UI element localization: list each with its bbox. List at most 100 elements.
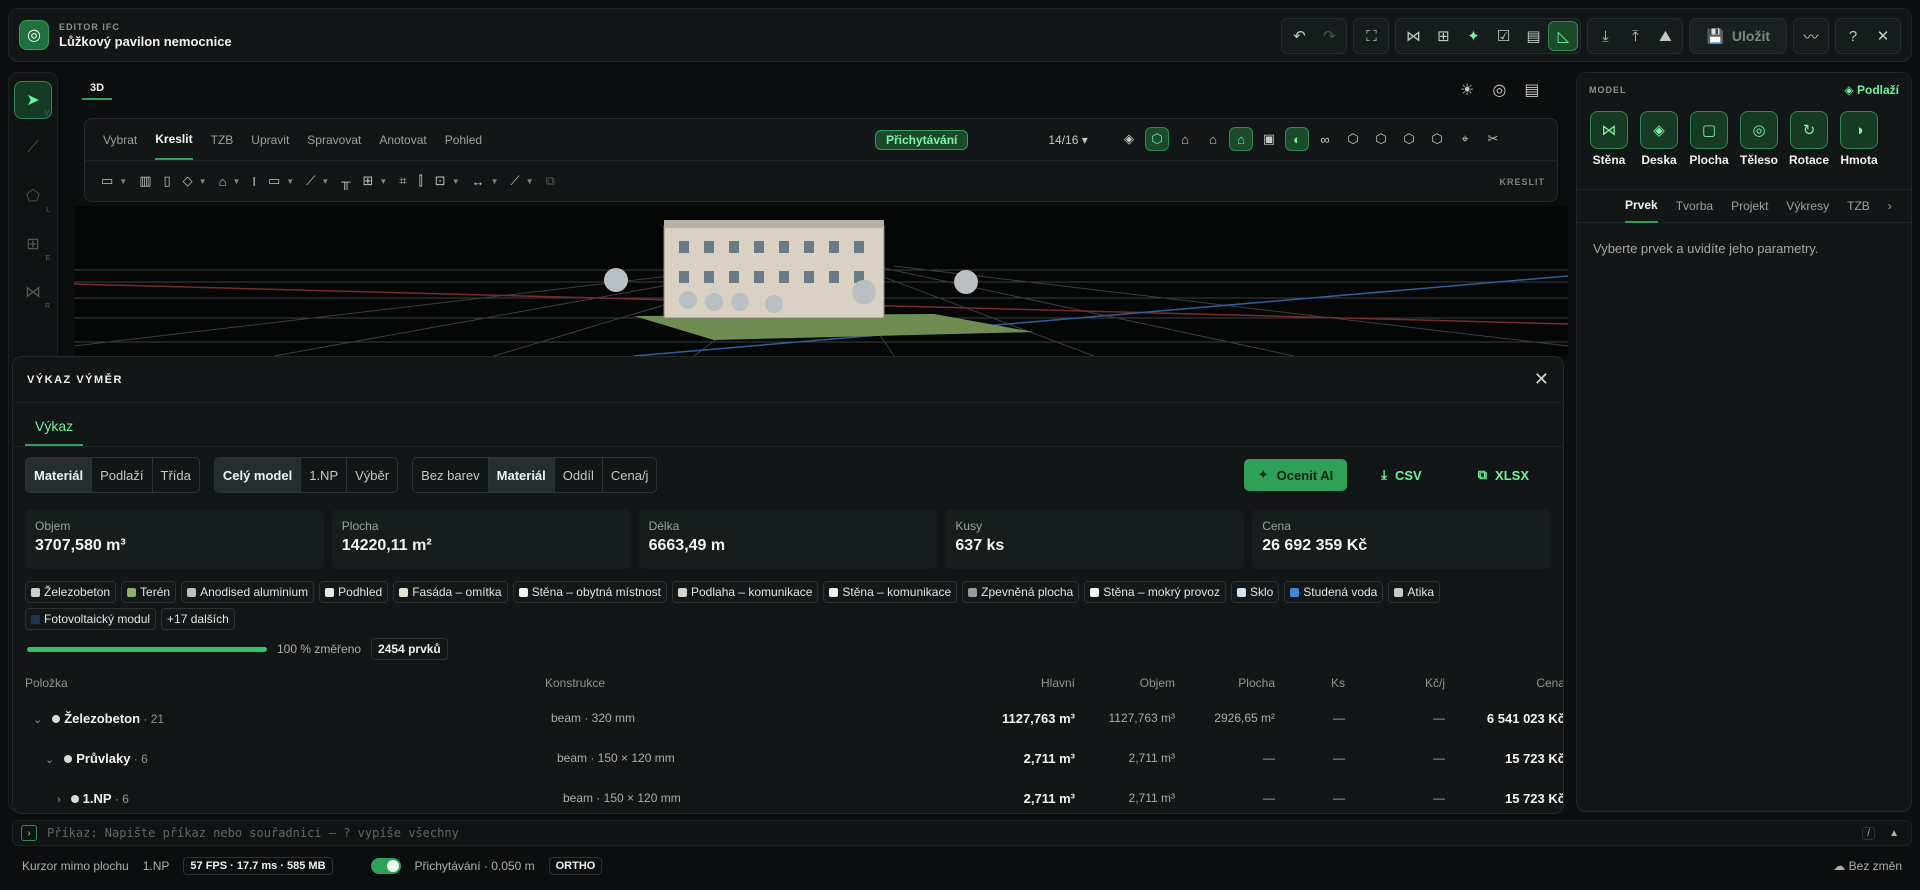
upload-icon[interactable]: ⤒	[1620, 21, 1650, 51]
house-active-icon[interactable]: ⌂	[1229, 127, 1253, 151]
ortho-badge[interactable]: ORTHO	[548, 857, 603, 875]
chevron-down-icon[interactable]: ▼	[526, 177, 534, 186]
contrast-icon[interactable]: ◐	[1285, 127, 1309, 151]
beam-icon[interactable]: ▭	[268, 173, 280, 189]
polyline-icon[interactable]: ⟋	[14, 129, 52, 167]
snap-toggle[interactable]	[370, 858, 401, 874]
stair-icon[interactable]: ⟋	[306, 173, 315, 189]
tool-2[interactable]: ▢ Plocha	[1687, 111, 1731, 167]
material-chip[interactable]: Fasáda – omítka	[393, 581, 508, 603]
sun-icon[interactable]: ☀	[1460, 80, 1474, 100]
chevron-down-icon[interactable]: ▼	[491, 177, 499, 186]
segment-option[interactable]: Cena/j	[603, 458, 657, 492]
wall-tool-icon[interactable]: ▭	[101, 173, 113, 189]
connect-icon[interactable]: ⋈ R	[14, 273, 52, 311]
snap-pill[interactable]: Přichytávání	[875, 130, 969, 150]
close-icon[interactable]: ✕	[1534, 369, 1549, 390]
sparkle-icon[interactable]: ✦	[1458, 21, 1488, 51]
segment-option[interactable]: Podlaží	[92, 458, 153, 492]
tab-pohled[interactable]: Pohled	[445, 121, 482, 159]
material-chip[interactable]: Stěna – obytná místnost	[512, 581, 667, 603]
undo-icon[interactable]: ↶	[1284, 21, 1314, 51]
levels-button[interactable]: ◈ Podlaží	[1844, 83, 1899, 97]
table-row[interactable]: ⌄ Průvlaky · 6 beam · 150 × 120 mm 2,711 m³…	[25, 738, 1563, 778]
tab-prvek[interactable]: Prvek	[1625, 189, 1658, 223]
chevron-down-icon[interactable]: ▼	[232, 177, 240, 186]
3d-scene[interactable]	[74, 206, 1568, 356]
slab-icon[interactable]: ◇	[183, 173, 193, 189]
material-chip[interactable]: Atika	[1388, 581, 1441, 603]
chevron-right-icon[interactable]: ›	[1888, 190, 1892, 222]
save-button[interactable]: 💾 Uložit	[1689, 18, 1787, 54]
select-arrow-icon[interactable]: ➤ V	[14, 81, 52, 119]
redo-icon[interactable]: ↷	[1314, 21, 1344, 51]
xlsx-button[interactable]: ⧉ XLSX	[1456, 459, 1551, 491]
table-row[interactable]: ⌄ Železobeton · 21 beam · 320 mm 1127,763 m…	[25, 698, 1563, 738]
chevron-down-icon[interactable]: ▼	[286, 177, 294, 186]
tab-vykaz[interactable]: Výkaz	[25, 418, 84, 446]
cube-icon[interactable]: ⬡	[1145, 127, 1169, 151]
stamp-icon[interactable]: ⌂	[1173, 127, 1197, 151]
curtain-wall-icon[interactable]: ▥	[139, 173, 151, 189]
panel-toggle-icon[interactable]: ▤	[1524, 80, 1539, 100]
dimension-icon[interactable]: ↔	[472, 174, 485, 189]
material-chip[interactable]: Studená voda	[1284, 581, 1384, 603]
box-b-icon[interactable]: ⬡	[1369, 127, 1393, 151]
segment-option[interactable]: Materiál	[488, 458, 555, 492]
material-chip[interactable]: Fotovoltaický modul	[25, 608, 157, 630]
segment-option[interactable]: Oddíl	[555, 458, 603, 492]
tab-anotovat[interactable]: Anotovat	[379, 121, 426, 159]
column-icon[interactable]: Ι	[252, 174, 256, 189]
terrain-icon[interactable]: ⛰	[1650, 21, 1680, 51]
ruler-icon[interactable]: ⟋	[511, 173, 520, 189]
chevron-down-icon[interactable]: ▼	[452, 177, 460, 186]
tab-projekt[interactable]: Projekt	[1731, 190, 1768, 222]
box-a-icon[interactable]: ⬡	[1341, 127, 1365, 151]
csv-button[interactable]: ⤓ CSV	[1359, 459, 1443, 491]
segment-option[interactable]: Třída	[153, 458, 199, 492]
video-icon[interactable]: ▣	[1257, 127, 1281, 151]
material-chip[interactable]: Zpevněná plocha	[962, 581, 1080, 603]
railing-icon[interactable]: ╥	[341, 174, 350, 189]
segment-option[interactable]: Výběr	[347, 458, 397, 492]
tool-1[interactable]: ◈ Deska	[1637, 111, 1681, 167]
snap-control[interactable]: Přichytávání 14/16 ▾	[875, 129, 1111, 151]
opening-icon[interactable]: ⊡	[435, 173, 446, 189]
tab-3d[interactable]: 3D	[82, 78, 113, 100]
tool-0[interactable]: ⋈ Stěna	[1587, 111, 1631, 167]
material-chip[interactable]: Terén	[121, 581, 177, 603]
close-icon[interactable]: ✕	[1868, 21, 1898, 51]
share-icon[interactable]: ⋈	[1398, 21, 1428, 51]
tab-tzb[interactable]: TZB	[1847, 190, 1870, 222]
box-c-icon[interactable]: ⬡	[1397, 127, 1421, 151]
ai-price-button[interactable]: ✦ Ocenit AI	[1243, 459, 1348, 491]
chevron-down-icon[interactable]: ▼	[199, 177, 207, 186]
measure-icon[interactable]: ◺	[1548, 21, 1579, 51]
expand-icon[interactable]: ⌄	[45, 754, 54, 766]
tab-spravovat[interactable]: Spravovat	[307, 121, 361, 159]
house-icon[interactable]: ⌂	[1201, 127, 1225, 151]
table-row[interactable]: › 1.NP · 6 beam · 150 × 120 mm 2,711 m³ 2,71…	[25, 778, 1563, 813]
fullscreen-icon[interactable]: ⛶	[1356, 21, 1386, 51]
download-icon[interactable]: ⤓	[1590, 21, 1620, 51]
tab-tzb[interactable]: TZB	[211, 121, 234, 159]
door-icon[interactable]: ▯	[164, 173, 171, 189]
tab-kreslit[interactable]: Kreslit	[155, 120, 193, 160]
chevron-down-icon[interactable]: ▼	[379, 177, 387, 186]
command-input[interactable]: Příkaz: Napište příkaz nebo souřadnici —…	[47, 826, 459, 840]
tool-5[interactable]: ◑ Hmota	[1837, 111, 1881, 167]
material-chip[interactable]: Stěna – komunikace	[823, 581, 958, 603]
material-chip[interactable]: Anodised aluminium	[181, 581, 315, 603]
checklist-icon[interactable]: ☑	[1488, 21, 1518, 51]
expand-icon[interactable]: ⌄	[33, 714, 42, 726]
polygon-icon[interactable]: ⬠ L	[14, 177, 52, 215]
link-icon[interactable]: ∞	[1313, 127, 1337, 151]
material-chip[interactable]: Podlaha – komunikace	[672, 581, 819, 603]
roof-icon[interactable]: ⌂	[219, 174, 227, 189]
box-d-icon[interactable]: ⬡	[1425, 127, 1449, 151]
tab-vybrat[interactable]: Vybrat	[103, 121, 137, 159]
camera-icon[interactable]: ◎	[1492, 80, 1506, 100]
activity-icon[interactable]: 〰	[1796, 21, 1826, 51]
material-chip[interactable]: Železobeton	[25, 581, 117, 603]
help-icon[interactable]: ?	[1838, 21, 1868, 51]
